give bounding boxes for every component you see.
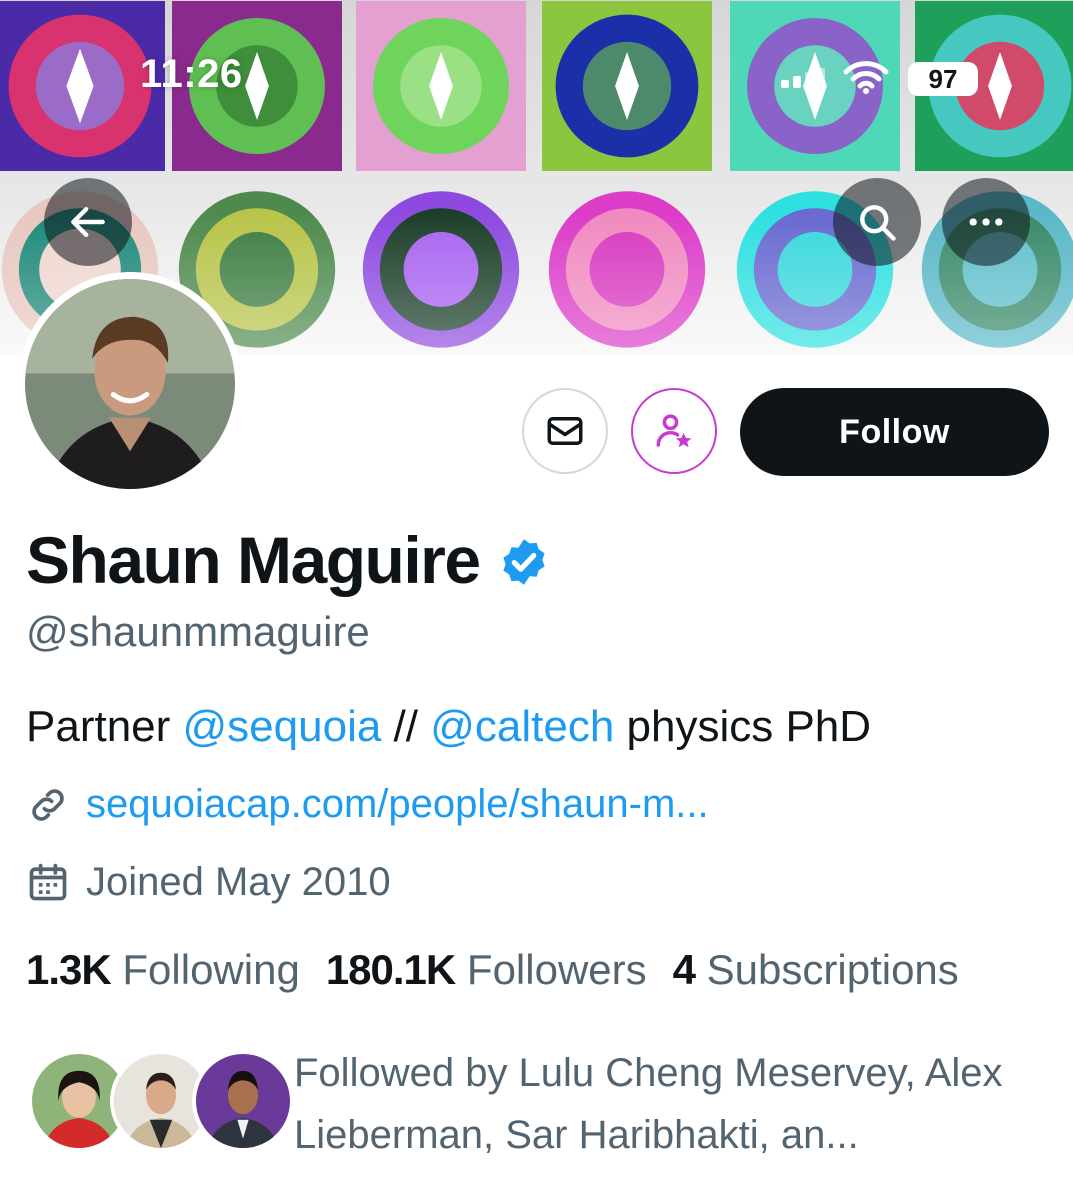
profile-website-row: sequoiacap.com/people/shaun-m...: [26, 782, 709, 827]
more-horizontal-icon: [969, 218, 1003, 226]
bio-text: physics PhD: [614, 702, 872, 751]
profile-joined-row: Joined May 2010: [26, 860, 391, 905]
verified-badge-icon[interactable]: [498, 536, 550, 588]
followed-by-avatars[interactable]: [28, 1050, 294, 1154]
followers-count: 180.1K: [325, 946, 456, 993]
profile-joined-date: Joined May 2010: [86, 860, 391, 904]
avatar-photo: [25, 279, 235, 489]
wifi-icon: [843, 61, 889, 94]
mention-link[interactable]: @sequoia: [183, 702, 382, 751]
search-button[interactable]: [833, 178, 921, 266]
arrow-left-icon: [71, 206, 105, 238]
profile-name-row: Shaun Maguire: [26, 522, 550, 598]
follow-button[interactable]: Follow: [740, 388, 1049, 476]
followed-by-text[interactable]: Followed by Lulu Cheng Meservey, Alex Li…: [294, 1042, 1054, 1166]
profile-name: Shaun Maguire: [26, 523, 481, 597]
status-time: 11:26: [140, 52, 243, 96]
subscriptions-stat[interactable]: 4 Subscriptions: [673, 946, 959, 994]
link-icon: [32, 788, 64, 821]
following-label: Following: [122, 946, 300, 993]
profile-avatar[interactable]: [18, 272, 242, 496]
profile-bio: Partner @sequoia // @caltech physics PhD: [26, 702, 871, 752]
battery-indicator: 97: [908, 62, 978, 96]
bio-text: Partner: [26, 702, 183, 751]
more-options-button[interactable]: [942, 178, 1030, 266]
mention-link[interactable]: @caltech: [430, 702, 614, 751]
subscriptions-count: 4: [672, 946, 696, 993]
followers-stat[interactable]: 180.1K Followers: [326, 946, 647, 994]
message-button[interactable]: [522, 388, 608, 474]
bio-text: //: [381, 702, 431, 751]
subscribe-button[interactable]: [631, 388, 717, 474]
cellular-signal-icon: [781, 68, 825, 88]
person-star-icon: [656, 414, 692, 448]
back-button[interactable]: [44, 178, 132, 266]
search-icon: [860, 205, 896, 241]
following-count: 1.3K: [26, 946, 112, 993]
calendar-icon: [29, 863, 67, 900]
profile-handle: @shaunmmaguire: [26, 608, 370, 655]
profile-stats: 1.3K Following 180.1K Followers 4 Subscr…: [26, 946, 985, 994]
following-stat[interactable]: 1.3K Following: [26, 946, 300, 994]
profile-website-link[interactable]: sequoiacap.com/people/shaun-m...: [86, 782, 709, 827]
subscriptions-label: Subscriptions: [706, 946, 959, 993]
followers-label: Followers: [466, 946, 647, 993]
follower-avatar: [192, 1050, 294, 1152]
envelope-icon: [547, 417, 583, 445]
